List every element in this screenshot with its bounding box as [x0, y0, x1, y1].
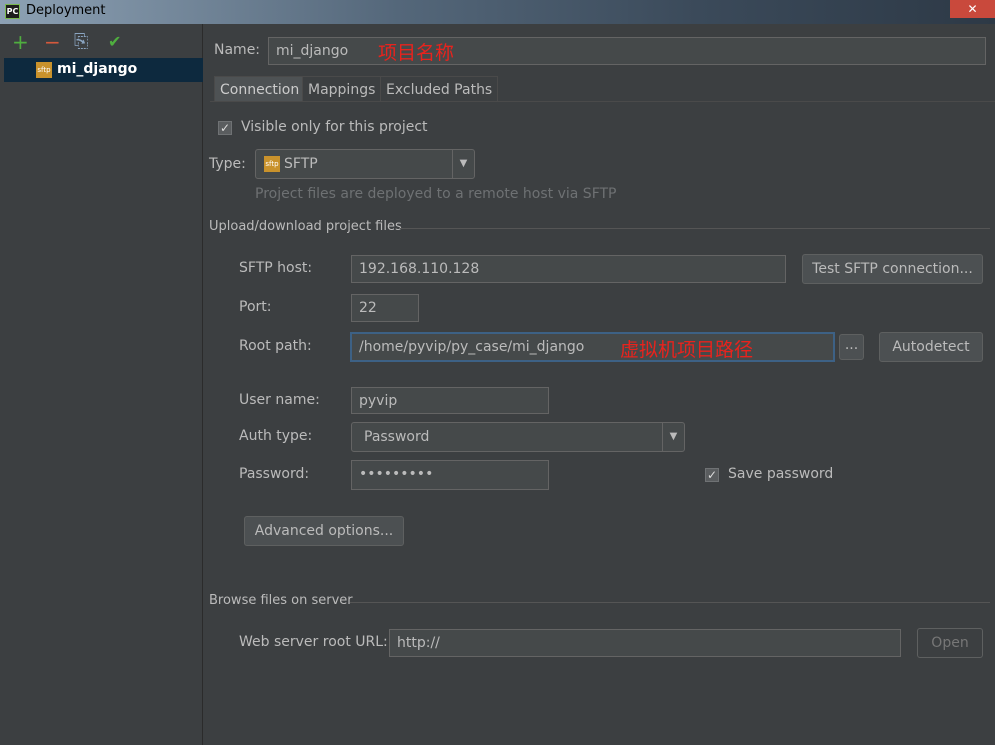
root-path-label: Root path: [239, 338, 312, 354]
add-icon[interactable]: + [12, 32, 29, 52]
auth-type-select[interactable]: Password ▼ [351, 422, 685, 452]
copy-icon[interactable]: ⎘ [74, 32, 88, 52]
password-input[interactable]: ••••••••• [351, 460, 549, 490]
sftp-host-input[interactable]: 192.168.110.128 [351, 255, 786, 283]
user-name-label: User name: [239, 392, 320, 408]
set-default-icon[interactable]: ✔ [108, 32, 121, 52]
web-server-url-label: Web server root URL: [239, 634, 388, 650]
close-button[interactable]: ✕ [950, 0, 995, 18]
tab-connection[interactable]: Connection [214, 76, 306, 102]
advanced-options-button[interactable]: Advanced options... [244, 516, 404, 546]
name-label: Name: [214, 42, 261, 58]
chevron-down-icon: ▼ [662, 423, 684, 451]
name-annotation: 项目名称 [378, 42, 455, 64]
root-path-input[interactable]: /home/pyvip/py_case/mi_django [351, 333, 834, 361]
visible-only-label: Visible only for this project [241, 119, 428, 135]
type-label: Type: [209, 156, 246, 172]
save-password-label: Save password [728, 466, 834, 482]
autodetect-button[interactable]: Autodetect [879, 332, 983, 362]
sftp-server-icon: sftp [36, 62, 52, 78]
pycharm-icon: PC [5, 4, 20, 19]
title-bar: PC Deployment ✕ [0, 0, 995, 24]
server-item-label: mi_django [57, 61, 138, 77]
type-value: SFTP [284, 156, 318, 172]
save-password-checkbox[interactable]: ✓ [705, 468, 719, 482]
auth-type-label: Auth type: [239, 428, 313, 444]
chevron-down-icon: ▼ [452, 150, 474, 178]
sftp-host-label: SFTP host: [239, 260, 313, 276]
auth-type-value: Password [364, 429, 430, 445]
browse-section-title: Browse files on server [209, 593, 353, 608]
remove-icon[interactable]: − [44, 32, 61, 52]
browse-button[interactable]: ... [839, 334, 864, 360]
visible-only-checkbox[interactable]: ✓ [218, 121, 232, 135]
user-name-input[interactable]: pyvip [351, 387, 549, 414]
tab-mappings[interactable]: Mappings [302, 76, 382, 102]
open-button[interactable]: Open [917, 628, 983, 658]
password-label: Password: [239, 466, 310, 482]
test-sftp-connection-button[interactable]: Test SFTP connection... [802, 254, 983, 284]
tab-excluded-paths[interactable]: Excluded Paths [380, 76, 499, 102]
port-label: Port: [239, 299, 272, 315]
web-server-url-input[interactable]: http:// [389, 629, 901, 657]
type-select[interactable]: sftp SFTP ▼ [255, 149, 475, 179]
window-title: Deployment [26, 3, 106, 18]
name-value: mi_django [276, 43, 349, 59]
sftp-icon: sftp [264, 156, 280, 172]
upload-section-title: Upload/download project files [209, 219, 402, 234]
name-input[interactable]: mi_django [268, 37, 986, 65]
server-list-panel: + − ⎘ ✔ sftp mi_django [4, 24, 203, 745]
type-hint: Project files are deployed to a remote h… [255, 186, 617, 202]
port-input[interactable]: 22 [351, 294, 419, 322]
server-item-mi-django[interactable]: sftp mi_django [4, 58, 203, 82]
root-path-annotation: 虚拟机项目路径 [620, 339, 754, 361]
